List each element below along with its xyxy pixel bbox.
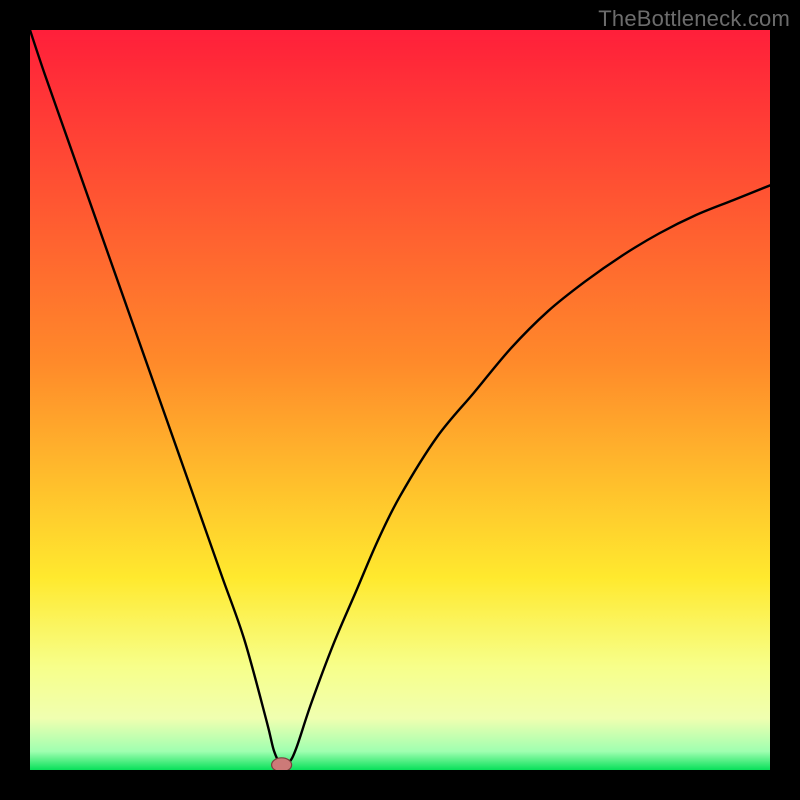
attribution-text: TheBottleneck.com [598,6,790,32]
chart-svg [30,30,770,770]
chart-frame: TheBottleneck.com [0,0,800,800]
optimal-marker [272,758,292,770]
plot-area [30,30,770,770]
gradient-background [30,30,770,770]
